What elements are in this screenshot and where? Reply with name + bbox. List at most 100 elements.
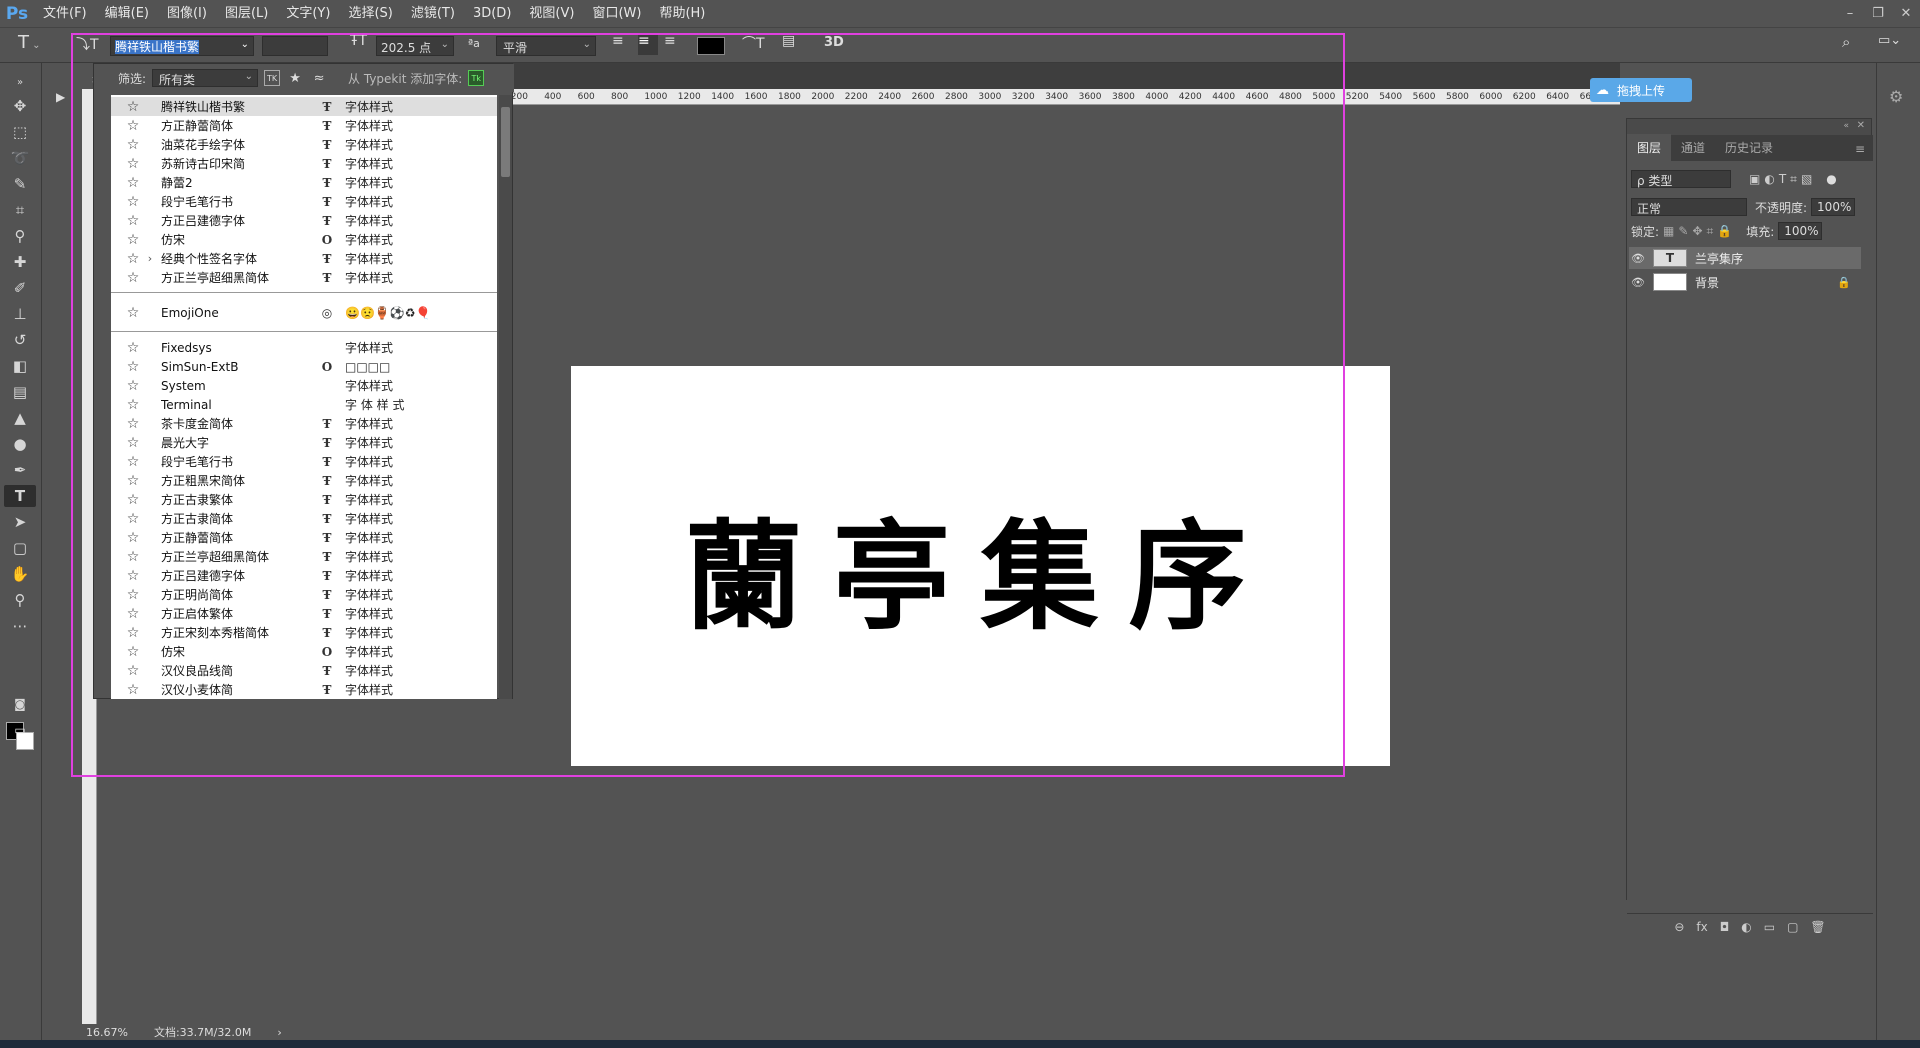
dodge-tool-icon[interactable]: ● — [4, 433, 36, 455]
star-icon[interactable]: ☆ — [123, 549, 143, 565]
font-list-item[interactable]: ☆ 方正兰亭超细黑简体 Ŧ 字体样式 — [111, 547, 497, 566]
add-mask-icon[interactable]: ◘ — [1720, 920, 1730, 934]
font-list-item[interactable]: ☆ 仿宋 O 字体样式 — [111, 230, 497, 249]
marquee-tool-icon[interactable]: ⬚ — [4, 121, 36, 143]
star-icon[interactable]: ☆ — [123, 359, 143, 375]
type-tool-icon[interactable]: T — [4, 485, 36, 507]
menu-image[interactable]: 图像(I) — [158, 0, 216, 27]
crop-tool-icon[interactable]: ⌗ — [4, 199, 36, 221]
align-right-icon[interactable]: ≡ — [664, 33, 684, 55]
move-tool-icon[interactable]: ✥ — [4, 95, 36, 117]
font-list-item[interactable]: ☆ 方正静蕾简体 Ŧ 字体样式 — [111, 116, 497, 135]
star-icon[interactable]: ☆ — [123, 340, 143, 356]
visibility-eye-icon[interactable]: 👁 — [1629, 252, 1647, 265]
zoom-level[interactable]: 16.67% — [86, 1026, 128, 1039]
menu-file[interactable]: 文件(F) — [34, 0, 96, 27]
text-color-swatch[interactable] — [697, 37, 725, 55]
font-family-field[interactable]: 腾祥铁山楷书繁 ⌄ — [110, 36, 254, 56]
menu-view[interactable]: 视图(V) — [520, 0, 583, 27]
star-icon[interactable]: ☆ — [123, 156, 143, 172]
restore-button[interactable]: ❐ — [1864, 0, 1892, 27]
star-icon[interactable]: ☆ — [123, 663, 143, 679]
gradient-tool-icon[interactable]: ▤ — [4, 381, 36, 403]
quick-mask-icon[interactable]: ◙ — [4, 693, 36, 715]
font-list-item[interactable]: ☆ SimSun-ExtB O □□□□ — [111, 357, 497, 376]
blur-tool-icon[interactable]: ▲ — [4, 407, 36, 429]
lock-all-icon[interactable]: 🔒 — [1717, 224, 1732, 238]
filter-smart-icon[interactable]: ▧ — [1801, 172, 1812, 186]
collapse-toolbar-icon[interactable]: » — [4, 71, 36, 93]
search-icon[interactable]: ⌕ — [1842, 33, 1862, 55]
document-canvas[interactable]: 蘭亭集序 — [571, 366, 1390, 766]
link-layers-icon[interactable]: ⊖ — [1674, 920, 1684, 934]
star-icon[interactable]: ☆ — [123, 305, 143, 321]
type-tool-preset[interactable]: T ⌄ — [18, 32, 58, 54]
lock-pixels-icon[interactable]: ✎ — [1678, 224, 1688, 238]
star-icon[interactable]: ☆ — [123, 175, 143, 191]
new-group-icon[interactable]: ▭ — [1764, 920, 1775, 934]
menu-type[interactable]: 文字(Y) — [277, 0, 339, 27]
font-list-item[interactable]: ☆ 段宁毛笔行书 Ŧ 字体样式 — [111, 452, 497, 471]
expand-panel-icon[interactable]: ▶ — [42, 86, 82, 110]
menu-layer[interactable]: 图层(L) — [216, 0, 277, 27]
star-icon[interactable]: ☆ — [123, 435, 143, 451]
menu-edit[interactable]: 编辑(E) — [96, 0, 158, 27]
character-panel-icon[interactable]: ▤ — [782, 33, 802, 55]
font-list-scrollbar[interactable] — [499, 95, 512, 699]
star-icon[interactable]: ☆ — [123, 378, 143, 394]
path-select-tool-icon[interactable]: ➤ — [4, 511, 36, 533]
scroll-thumb[interactable] — [501, 107, 510, 177]
similar-fonts-icon[interactable]: ≈ — [310, 69, 328, 87]
screen-mode-icon[interactable]: ▭ — [4, 719, 36, 741]
menu-help[interactable]: 帮助(H) — [650, 0, 714, 27]
star-icon[interactable]: ☆ — [123, 137, 143, 153]
tab-channels[interactable]: 通道 — [1671, 134, 1715, 161]
menu-filter[interactable]: 滤镜(T) — [402, 0, 464, 27]
font-list-item[interactable]: ☆ › 经典个性签名字体 Ŧ 字体样式 — [111, 249, 497, 268]
filter-adjust-icon[interactable]: ◐ — [1764, 172, 1774, 186]
star-icon[interactable]: ☆ — [123, 473, 143, 489]
eyedropper-tool-icon[interactable]: ⚲ — [4, 225, 36, 247]
zoom-tool-icon[interactable]: ⚲ — [4, 589, 36, 611]
workspace-icon[interactable]: ▭⌄ — [1878, 33, 1908, 55]
font-list-item[interactable]: ☆ 方正宋刻本秀楷简体 Ŧ 字体样式 — [111, 623, 497, 642]
typekit-add-button[interactable]: Tk — [468, 70, 485, 86]
tab-history[interactable]: 历史记录 — [1715, 134, 1783, 161]
star-icon[interactable]: ☆ — [123, 397, 143, 413]
font-list-item[interactable]: ☆ 方正启体繁体 Ŧ 字体样式 — [111, 604, 497, 623]
status-arrow-icon[interactable]: › — [277, 1026, 281, 1039]
hand-tool-icon[interactable]: ✋ — [4, 563, 36, 585]
font-list-item[interactable]: ☆ System 字体样式 — [111, 376, 497, 395]
expand-arrow-icon[interactable]: › — [143, 252, 157, 265]
lock-artboard-icon[interactable]: ⌗ — [1707, 224, 1714, 239]
star-icon[interactable]: ☆ — [123, 682, 143, 698]
quick-select-tool-icon[interactable]: ✎ — [4, 173, 36, 195]
font-list-item[interactable]: ☆ 仿宋 O 字体样式 — [111, 642, 497, 661]
layer-style-icon[interactable]: fx — [1696, 920, 1707, 934]
star-icon[interactable]: ☆ — [123, 587, 143, 603]
history-brush-icon[interactable]: ↺ — [4, 329, 36, 351]
font-size-field[interactable]: 202.5 点 ⌄ — [376, 36, 454, 56]
text-orientation-icon[interactable]: ⤵T — [76, 34, 99, 56]
pen-tool-icon[interactable]: ✒ — [4, 459, 36, 481]
font-list-item[interactable]: ☆ 方正兰亭超细黑简体 Ŧ 字体样式 — [111, 268, 497, 287]
properties-icon[interactable]: ⚙ — [1889, 87, 1903, 106]
layer-row-background[interactable]: 👁 背景 🔒 — [1629, 271, 1861, 293]
font-list-item[interactable]: ☆ 汉仪良品线简 Ŧ 字体样式 — [111, 661, 497, 680]
font-list-item[interactable]: ☆ Fixedsys 字体样式 — [111, 338, 497, 357]
font-list-item[interactable]: ☆ 方正吕建德字体 Ŧ 字体样式 — [111, 566, 497, 585]
star-icon[interactable]: ☆ — [123, 511, 143, 527]
font-list-item[interactable]: ☆ 方正吕建德字体 Ŧ 字体样式 — [111, 211, 497, 230]
more-tools-icon[interactable]: ⋯ — [4, 615, 36, 637]
layer-row-text[interactable]: 👁 T 兰亭集序 — [1629, 247, 1861, 269]
stamp-tool-icon[interactable]: ⊥ — [4, 303, 36, 325]
filter-shape-icon[interactable]: ⌗ — [1790, 172, 1797, 187]
star-icon[interactable]: ☆ — [123, 606, 143, 622]
lasso-tool-icon[interactable]: ➰ — [4, 147, 36, 169]
menu-3d[interactable]: 3D(D) — [464, 0, 520, 27]
font-list-item[interactable]: ☆ Terminal 字 体 样 式 — [111, 395, 497, 414]
align-center-icon[interactable]: ≡ — [638, 33, 658, 55]
font-list-item[interactable]: ☆ 茶卡度金简体 Ŧ 字体样式 — [111, 414, 497, 433]
star-icon[interactable]: ☆ — [123, 625, 143, 641]
font-list-item[interactable]: ☆ 晨光大字 Ŧ 字体样式 — [111, 433, 497, 452]
